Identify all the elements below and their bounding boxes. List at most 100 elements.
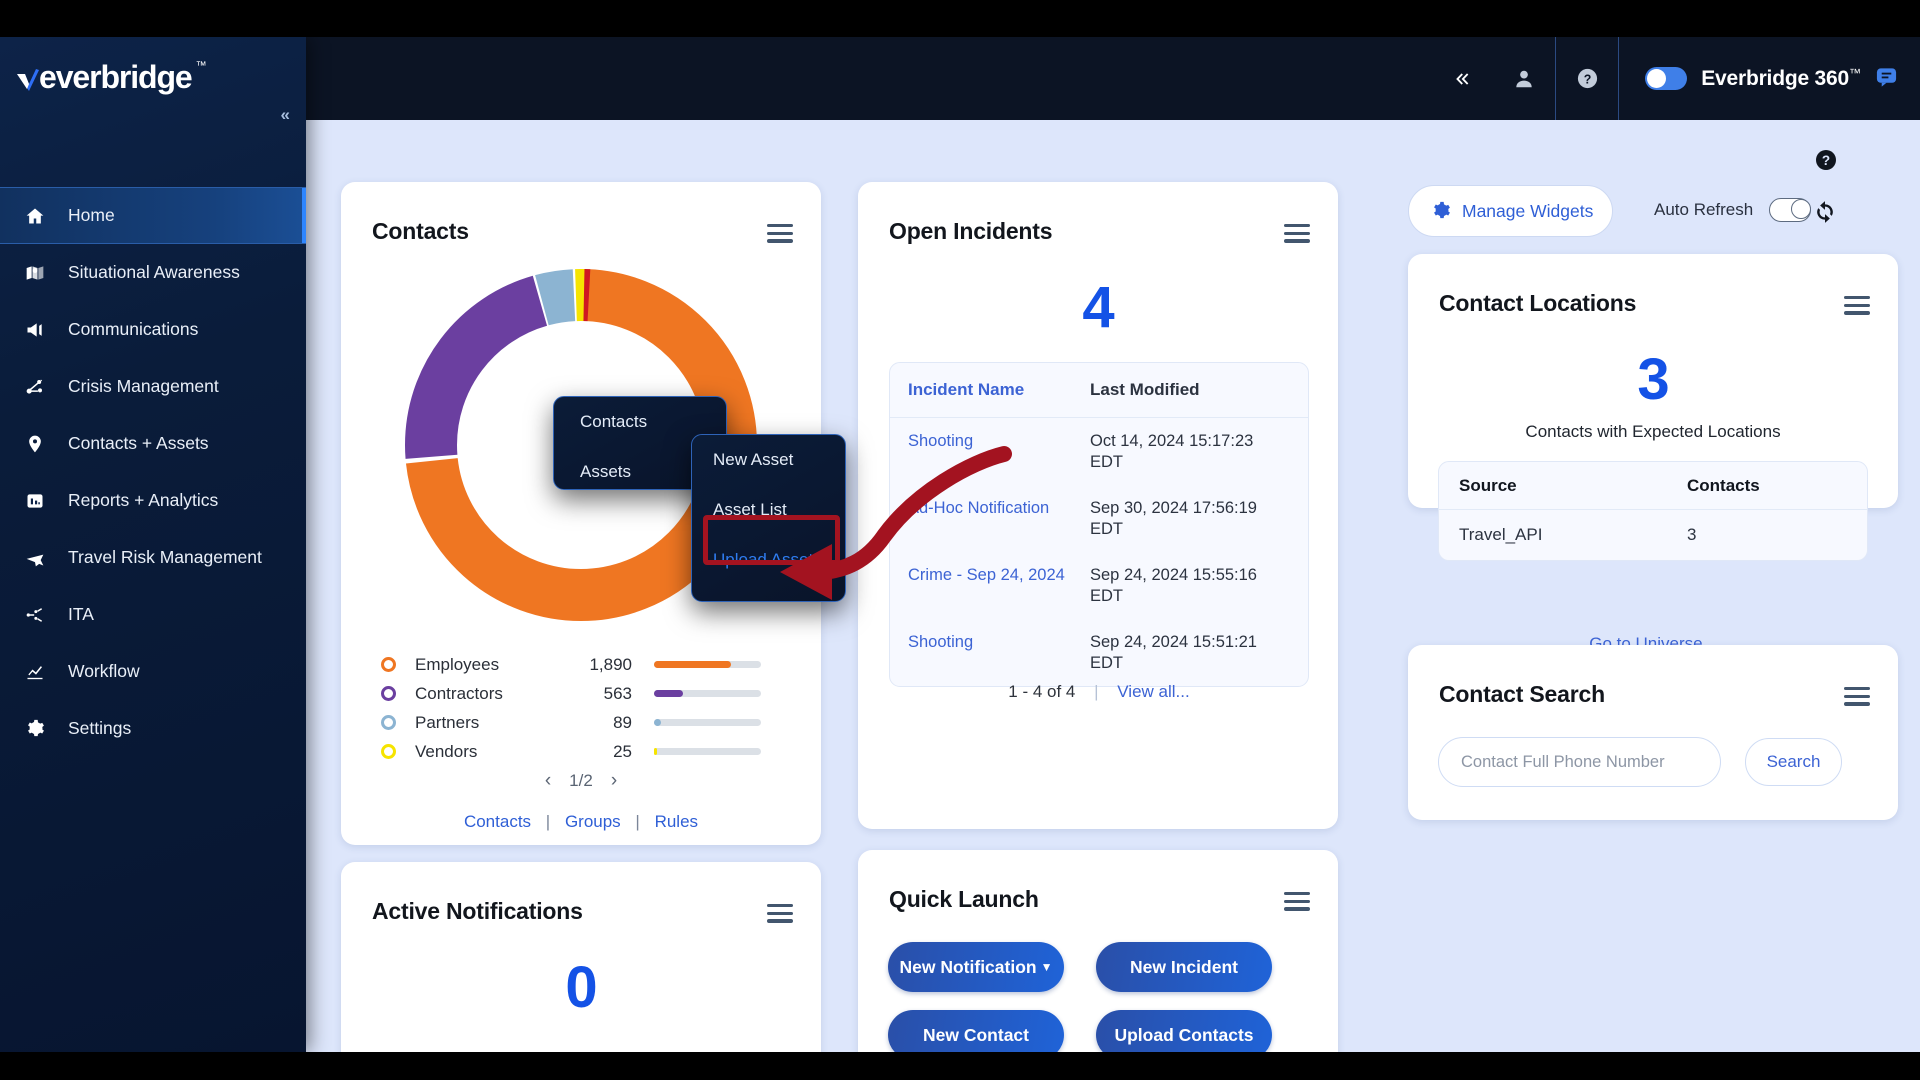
view-all-link[interactable]: View all... — [1117, 682, 1189, 701]
legend-bar — [654, 719, 761, 726]
svg-text:?: ? — [1822, 153, 1830, 168]
upload-contacts-button[interactable]: Upload Contacts — [1096, 1010, 1272, 1052]
contacts-value: 3 — [1687, 525, 1697, 544]
sidebar-item-label: Settings — [68, 718, 132, 738]
help-circle-icon[interactable]: ? — [1556, 37, 1618, 120]
legend-bar — [654, 661, 761, 668]
legend-item[interactable]: Employees 1,890 — [381, 650, 779, 679]
column-header-contacts: Contacts — [1687, 475, 1760, 495]
search-button[interactable]: Search — [1745, 738, 1842, 786]
open-incidents-count: 4 — [1082, 275, 1114, 340]
legend-item[interactable]: Partners 89 — [381, 708, 779, 737]
sidebar-item-contacts-assets[interactable]: Contacts + Assets — [0, 415, 306, 472]
refresh-icon[interactable] — [1812, 199, 1838, 230]
link-divider: | — [635, 812, 640, 831]
legend-item[interactable]: Contractors 563 — [381, 679, 779, 708]
table-row[interactable]: Ad-Hoc Notification Sep 30, 2024 17:56:1… — [890, 485, 1308, 552]
everbridge-logo: everbridge ™ — [14, 59, 212, 96]
incident-name-link[interactable]: Ad-Hoc Notification — [908, 498, 1090, 541]
sidebar-item-label: Crisis Management — [68, 376, 219, 396]
legend-item[interactable]: Vendors 25 — [381, 737, 779, 766]
contacts-legend: Employees 1,890 Contractors 563 Partners… — [381, 650, 779, 766]
sidebar-item-travel-risk-management[interactable]: Travel Risk Management — [0, 529, 306, 586]
chevron-left-icon[interactable]: ‹ — [545, 770, 551, 792]
legend-bar — [654, 690, 761, 697]
new-incident-button[interactable]: New Incident — [1096, 942, 1272, 992]
hamburger-menu-icon[interactable] — [1844, 687, 1870, 706]
sidebar-item-settings[interactable]: Settings — [0, 700, 306, 757]
legend-dot-icon — [381, 657, 396, 672]
feedback-icon[interactable] — [1875, 65, 1898, 93]
button-label: Upload Contacts — [1114, 1024, 1254, 1045]
manage-widgets-label: Manage Widgets — [1462, 200, 1594, 221]
button-label: New Notification — [899, 956, 1037, 977]
source-value: Travel_API — [1459, 525, 1543, 544]
menu-item-upload-assets[interactable]: Upload Assets — [692, 535, 845, 585]
legend-value: 563 — [603, 683, 632, 703]
location-pin-icon — [22, 434, 48, 454]
incident-last-modified: Oct 14, 2024 15:17:23 EDT — [1090, 432, 1254, 472]
hamburger-menu-icon[interactable] — [767, 224, 793, 243]
svg-text:?: ? — [1583, 72, 1591, 86]
menu-item-asset-list[interactable]: Asset List — [692, 485, 845, 535]
incident-last-modified: Sep 30, 2024 17:56:19 EDT — [1090, 498, 1257, 539]
contact-search-widget: Contact Search Search — [1408, 645, 1898, 820]
table-row[interactable]: Travel_API 3 — [1439, 510, 1867, 560]
sidebar-item-ita[interactable]: ITA — [0, 586, 306, 643]
assets-submenu-flyout: New Asset Asset List Upload Assets — [691, 434, 846, 602]
new-notification-button[interactable]: New Notification ▼ — [888, 942, 1064, 992]
link-groups[interactable]: Groups — [565, 812, 621, 831]
hamburger-menu-icon[interactable] — [767, 904, 793, 923]
menu-item-new-asset[interactable]: New Asset — [692, 435, 845, 485]
sidebar-nav: Home Situational Awareness Communication… — [0, 187, 306, 757]
legend-dot-icon — [381, 686, 396, 701]
sidebar-item-label: Workflow — [68, 661, 140, 681]
hamburger-menu-icon[interactable] — [1284, 224, 1310, 243]
product-trademark: ™ — [1849, 65, 1861, 80]
legend-bar — [654, 748, 761, 755]
everbridge-360-toggle[interactable] — [1645, 67, 1688, 90]
legend-value: 1,890 — [589, 654, 632, 674]
widget-title: Contacts — [372, 218, 469, 244]
sidebar-item-situational-awareness[interactable]: Situational Awareness — [0, 244, 306, 301]
double-chevron-left-icon[interactable] — [1431, 37, 1493, 120]
legend-dot-icon — [381, 715, 396, 730]
incident-name-link[interactable]: Shooting — [908, 632, 1090, 675]
manage-widgets-button[interactable]: Manage Widgets — [1408, 185, 1613, 237]
quick-launch-widget: Quick Launch New Notification ▼ New Inci… — [858, 850, 1338, 1052]
table-row[interactable]: Crime - Sep 24, 2024 Sep 24, 2024 15:55:… — [890, 552, 1308, 619]
table-header: Source Contacts — [1439, 462, 1867, 510]
search-input[interactable] — [1438, 737, 1721, 787]
sidebar-item-crisis-management[interactable]: Crisis Management — [0, 358, 306, 415]
incidents-table: Incident Name Last Modified Shooting Oct… — [889, 362, 1309, 687]
line-chart-icon — [22, 662, 48, 682]
hamburger-menu-icon[interactable] — [1284, 892, 1310, 911]
map-pin-icon — [22, 263, 48, 283]
sidebar-item-reports-analytics[interactable]: Reports + Analytics — [0, 472, 306, 529]
top-bar: ? Everbridge 360™ — [306, 37, 1920, 120]
table-row[interactable]: Shooting Oct 14, 2024 15:17:23 EDT — [890, 418, 1308, 485]
dashboard-help-icon[interactable]: ? — [1814, 148, 1838, 177]
product-label: Everbridge 360 — [1701, 66, 1849, 90]
chevron-right-icon[interactable]: › — [611, 770, 617, 792]
incident-name-link[interactable]: Crime - Sep 24, 2024 — [908, 565, 1090, 608]
hamburger-menu-icon[interactable] — [1844, 296, 1870, 315]
contacts-footer-links: Contacts | Groups | Rules — [341, 812, 821, 832]
incident-name-link[interactable]: Shooting — [908, 431, 1090, 474]
sidebar-item-communications[interactable]: Communications — [0, 301, 306, 358]
legend-label: Contractors — [415, 683, 503, 703]
link-contacts[interactable]: Contacts — [464, 812, 531, 831]
sidebar-item-workflow[interactable]: Workflow — [0, 643, 306, 700]
trademark-symbol: ™ — [195, 59, 207, 72]
user-icon[interactable] — [1493, 37, 1555, 120]
new-contact-button[interactable]: New Contact — [888, 1010, 1064, 1052]
link-rules[interactable]: Rules — [655, 812, 698, 831]
sidebar-item-home[interactable]: Home — [0, 187, 306, 244]
widget-title: Active Notifications — [372, 898, 583, 924]
sidebar-collapse-button[interactable]: « — [281, 105, 290, 125]
contacts-pager: ‹ 1/2 › — [341, 770, 821, 792]
table-row[interactable]: Shooting Sep 24, 2024 15:51:21 EDT — [890, 619, 1308, 686]
sidebar-item-label: Contacts + Assets — [68, 433, 209, 453]
auto-refresh-toggle[interactable] — [1769, 198, 1812, 222]
contact-locations-subtitle: Contacts with Expected Locations — [1525, 422, 1781, 441]
